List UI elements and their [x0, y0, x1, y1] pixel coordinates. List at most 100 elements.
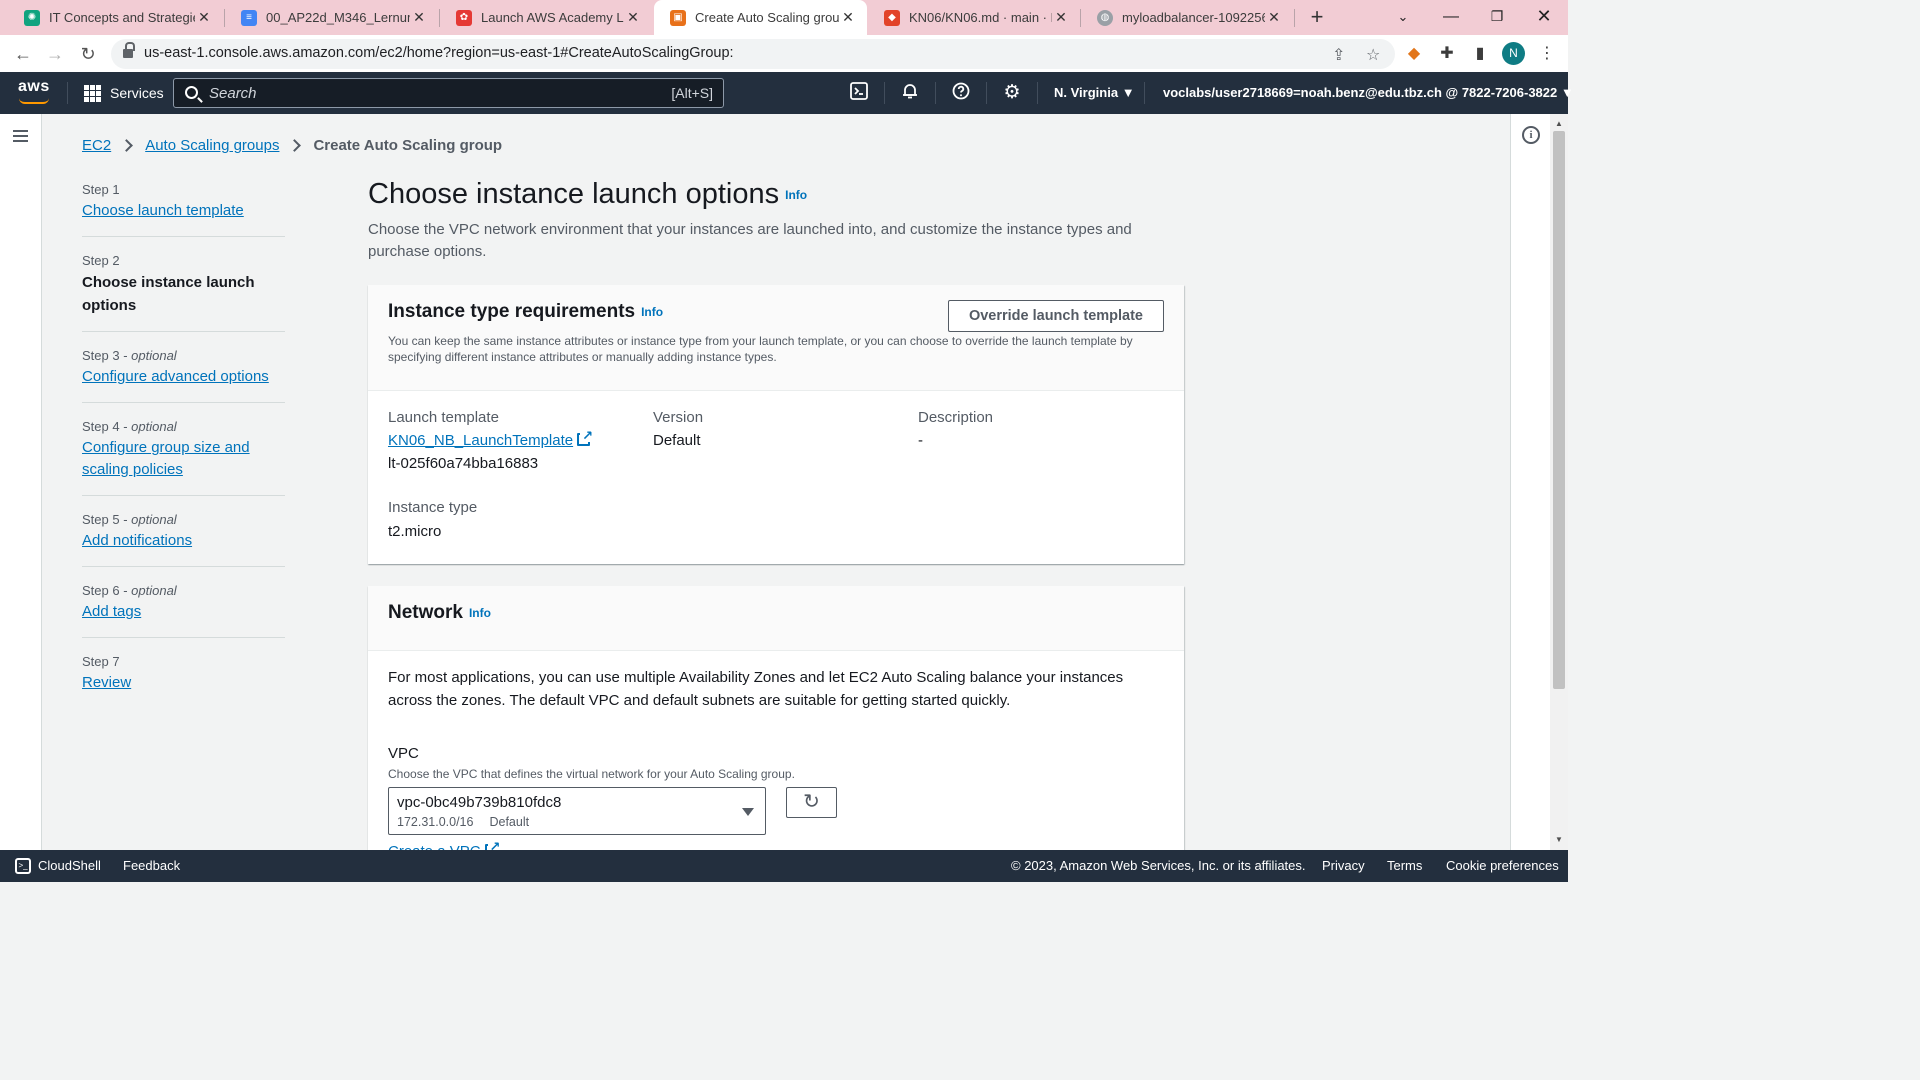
caret-down-icon: ▼ — [1560, 85, 1574, 100]
instance-type-info-link[interactable]: Info — [641, 305, 663, 319]
breadcrumb-auto-scaling-groups[interactable]: Auto Scaling groups — [145, 137, 279, 154]
divider — [884, 82, 885, 104]
vpc-selected-meta: 172.31.0.0/16 Default — [397, 815, 530, 829]
bookmark-star-icon[interactable]: ☆ — [1366, 45, 1380, 65]
page-scrollbar[interactable]: ▲ ▼ — [1550, 114, 1568, 850]
description-field: Description - — [918, 407, 993, 453]
step-link-configure-advanced-options[interactable]: Configure advanced options — [82, 366, 285, 388]
close-tab-icon[interactable]: ✕ — [195, 9, 213, 26]
account-menu[interactable]: voclabs/user2718669=noah.benz@edu.tbz.ch… — [1163, 85, 1574, 100]
launch-template-link[interactable]: KN06_NB_LaunchTemplate — [388, 429, 594, 453]
step-link-configure-group-size[interactable]: Configure group size and scaling policie… — [82, 437, 262, 481]
close-tab-icon[interactable]: ✕ — [1052, 9, 1070, 26]
breadcrumb: EC2 Auto Scaling groups Create Auto Scal… — [82, 137, 502, 154]
divider — [1037, 82, 1038, 104]
new-tab-plus-icon[interactable]: + — [1303, 3, 1331, 31]
chatgpt-favicon-icon: ✺ — [24, 9, 40, 26]
caret-down-icon: ▼ — [1121, 85, 1135, 100]
close-tab-icon[interactable]: ✕ — [410, 9, 428, 26]
extensions-puzzle-icon[interactable]: ✚ — [1436, 43, 1458, 65]
profile-avatar[interactable]: N — [1502, 42, 1525, 65]
services-menu-button[interactable]: Services — [110, 85, 164, 101]
notifications-bell-icon[interactable] — [899, 82, 921, 104]
browser-menu-icon[interactable]: ⋮ — [1536, 43, 1558, 65]
breadcrumb-current: Create Auto Scaling group — [313, 137, 503, 154]
side-panel-icon[interactable]: ▮ — [1469, 43, 1491, 65]
window-close-icon[interactable]: ✕ — [1521, 0, 1567, 35]
search-shortcut-hint: [Alt+S] — [671, 85, 713, 101]
hamburger-menu-icon[interactable] — [13, 130, 28, 142]
cloudshell-button[interactable]: CloudShell — [38, 858, 101, 873]
services-grid-icon[interactable] — [84, 85, 101, 102]
globe-favicon-icon: ◍ — [1097, 9, 1113, 26]
instance-type-requirements-card: Instance type requirements Info You can k… — [368, 285, 1184, 564]
cookie-preferences-link[interactable]: Cookie preferences — [1446, 858, 1559, 873]
scrollbar-thumb[interactable] — [1553, 131, 1565, 689]
card-description: You can keep the same instance attribute… — [388, 334, 1133, 364]
forward-arrow-icon[interactable]: → — [40, 39, 70, 69]
restore-icon[interactable]: ❐ — [1474, 0, 1520, 35]
step-number: Step 7 — [82, 654, 120, 669]
divider — [67, 82, 68, 104]
copyright-text: © 2023, Amazon Web Services, Inc. or its… — [1011, 858, 1306, 873]
share-icon[interactable]: ⇪ — [1332, 45, 1345, 65]
cloudshell-terminal-icon[interactable] — [848, 82, 870, 104]
step-link-add-tags[interactable]: Add tags — [82, 601, 285, 623]
minimize-icon[interactable]: — — [1428, 0, 1474, 35]
step-link-add-notifications[interactable]: Add notifications — [82, 530, 285, 552]
version-value: Default — [653, 432, 701, 449]
page-description: Choose the VPC network environment that … — [368, 221, 1132, 260]
step-link-choose-launch-template[interactable]: Choose launch template — [82, 200, 285, 222]
help-question-icon[interactable] — [950, 82, 972, 104]
reload-icon[interactable]: ↻ — [73, 39, 103, 69]
metamask-fox-icon[interactable]: ◆ — [1403, 43, 1425, 65]
breadcrumb-ec2[interactable]: EC2 — [82, 137, 111, 154]
browser-tab-title: KN06/KN06.md · main · M — [909, 10, 1052, 25]
aws-logo[interactable]: aws — [18, 78, 52, 106]
terms-link[interactable]: Terms — [1387, 858, 1422, 873]
region-selector[interactable]: N. Virginia ▼ — [1054, 85, 1135, 100]
scroll-up-arrow-icon[interactable]: ▲ — [1550, 116, 1568, 132]
url-text[interactable]: us-east-1.console.aws.amazon.com/ec2/hom… — [144, 45, 734, 61]
browser-tab[interactable]: ✿ Launch AWS Academy Lea ✕ — [440, 0, 652, 35]
browser-tab[interactable]: ≡ 00_AP22d_M346_Lernumg ✕ — [225, 0, 438, 35]
close-tab-icon[interactable]: ✕ — [1265, 9, 1283, 26]
wizard-step: Step 1 Choose launch template — [82, 176, 285, 237]
launch-template-name[interactable]: KN06_NB_LaunchTemplate — [388, 432, 573, 449]
feedback-button[interactable]: Feedback — [123, 858, 180, 873]
browser-tab-active[interactable]: ▣ Create Auto Scaling group ✕ — [654, 0, 867, 35]
instance-type-label: Instance type — [388, 499, 478, 516]
back-arrow-icon[interactable]: ← — [8, 39, 38, 69]
tools-panel-rail: i — [1510, 114, 1550, 850]
scroll-down-arrow-icon[interactable]: ▼ — [1550, 832, 1568, 848]
refresh-icon: ↻ — [803, 791, 820, 813]
tab-search-chevron-icon[interactable]: ⌄ — [1380, 0, 1426, 35]
side-navigation-panel — [0, 114, 42, 850]
version-label: Version — [653, 409, 704, 426]
address-bar[interactable]: us-east-1.console.aws.amazon.com/ec2/hom… — [111, 39, 1395, 69]
close-tab-icon[interactable]: ✕ — [624, 9, 642, 26]
refresh-vpc-button[interactable]: ↻ — [786, 787, 837, 818]
browser-tab[interactable]: ✺ IT Concepts and Strategies ✕ — [8, 0, 223, 35]
instance-type-field: Instance type t2.micro — [388, 497, 477, 545]
browser-tab[interactable]: ◆ KN06/KN06.md · main · M ✕ — [868, 0, 1080, 35]
wizard-step: Step 4 - optional Configure group size a… — [82, 403, 285, 496]
page-info-link[interactable]: Info — [785, 188, 807, 202]
settings-gear-icon[interactable]: ⚙ — [1001, 82, 1023, 104]
wizard-step: Step 7 Review — [82, 638, 285, 708]
network-info-link[interactable]: Info — [469, 606, 491, 620]
unified-search[interactable]: [Alt+S] — [173, 78, 724, 108]
info-panel-icon[interactable]: i — [1522, 126, 1540, 144]
cloudshell-icon[interactable]: >_ — [15, 858, 31, 874]
privacy-link[interactable]: Privacy — [1322, 858, 1365, 873]
search-input[interactable] — [209, 83, 629, 103]
vpc-select[interactable]: vpc-0bc49b739b810fdc8 172.31.0.0/16 Defau… — [388, 787, 766, 835]
browser-tab[interactable]: ◍ myloadbalancer-10922565 ✕ — [1081, 0, 1293, 35]
aws-logo-text: aws — [18, 78, 50, 95]
google-docs-favicon-icon: ≡ — [241, 9, 257, 26]
browser-tab-title: 00_AP22d_M346_Lernumg — [266, 10, 410, 25]
browser-tab-strip: ✺ IT Concepts and Strategies ✕ ≡ 00_AP22… — [0, 0, 1568, 35]
close-tab-icon[interactable]: ✕ — [839, 9, 857, 26]
step-link-review[interactable]: Review — [82, 672, 285, 694]
override-launch-template-button[interactable]: Override launch template — [947, 300, 1164, 332]
